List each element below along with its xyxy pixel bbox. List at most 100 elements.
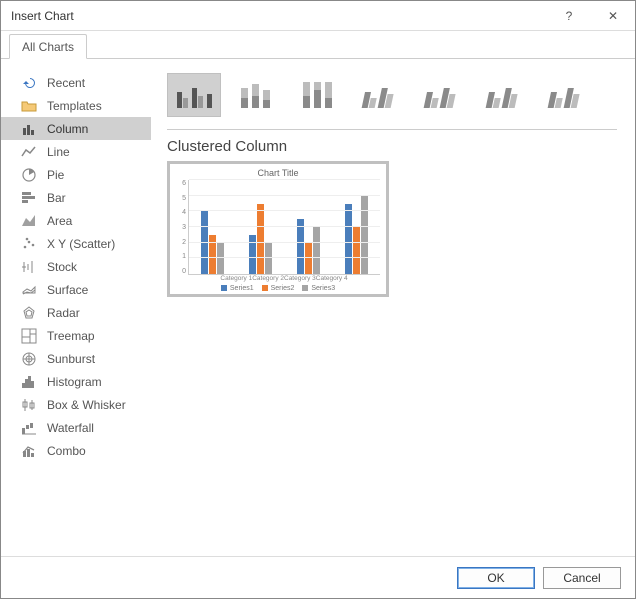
sidebar-item-pie[interactable]: Pie bbox=[1, 163, 151, 186]
help-button[interactable]: ? bbox=[547, 1, 591, 31]
stock-icon bbox=[21, 259, 37, 275]
bar bbox=[353, 227, 360, 274]
dialog-footer: OK Cancel bbox=[1, 556, 635, 598]
content-pane: Clustered Column Chart Title 6 5 4 3 2 1 0 Cat… bbox=[151, 59, 635, 556]
sidebar-item-surface[interactable]: Surface bbox=[1, 278, 151, 301]
legend-item: Series2 bbox=[262, 285, 295, 292]
scatter-icon bbox=[21, 236, 37, 252]
histogram-icon bbox=[21, 374, 37, 390]
y-tick: 6 bbox=[182, 180, 186, 187]
bar bbox=[345, 204, 352, 275]
sidebar-item-label: Pie bbox=[47, 168, 64, 182]
bar bbox=[201, 211, 208, 274]
tabs-row: All Charts bbox=[1, 31, 635, 59]
sidebar-item-label: Stock bbox=[47, 260, 77, 274]
subtype-3d-clustered-column[interactable] bbox=[353, 73, 407, 117]
sidebar-item-label: X Y (Scatter) bbox=[47, 237, 115, 251]
sidebar-item-sunburst[interactable]: Sunburst bbox=[1, 347, 151, 370]
subtype-strip bbox=[167, 73, 617, 130]
sidebar-item-x-y-scatter-[interactable]: X Y (Scatter) bbox=[1, 232, 151, 255]
sidebar-item-templates[interactable]: Templates bbox=[1, 94, 151, 117]
subtype-3d-100-stacked-column[interactable] bbox=[477, 73, 531, 117]
subtype-3d-column[interactable] bbox=[539, 73, 593, 117]
x-tick: Category 4 bbox=[316, 275, 348, 282]
sidebar-item-label: Treemap bbox=[47, 329, 95, 343]
sidebar-item-label: Column bbox=[47, 122, 88, 136]
sidebar-item-bar[interactable]: Bar bbox=[1, 186, 151, 209]
legend-item: Series3 bbox=[302, 285, 335, 292]
folder-icon bbox=[21, 98, 37, 114]
undo-icon bbox=[21, 75, 37, 91]
legend: Series1 Series2 Series3 bbox=[221, 282, 335, 292]
subtype-3d-stacked-column[interactable] bbox=[415, 73, 469, 117]
dialog-title: Insert Chart bbox=[11, 9, 547, 23]
close-button[interactable]: ✕ bbox=[591, 1, 635, 31]
x-tick: Category 2 bbox=[252, 275, 284, 282]
subtype-stacked-column[interactable] bbox=[229, 73, 283, 117]
boxwhisker-icon bbox=[21, 397, 37, 413]
pie-icon bbox=[21, 167, 37, 183]
y-axis: 6 5 4 3 2 1 0 bbox=[176, 180, 186, 275]
sidebar-item-label: Bar bbox=[47, 191, 66, 205]
sunburst-icon bbox=[21, 351, 37, 367]
bar bbox=[297, 219, 304, 274]
x-axis: Category 1Category 2Category 3Category 4 bbox=[208, 275, 347, 282]
plot-grid bbox=[188, 180, 380, 275]
area-icon bbox=[21, 213, 37, 229]
sidebar-item-label: Box & Whisker bbox=[47, 398, 126, 412]
titlebar: Insert Chart ? ✕ bbox=[1, 1, 635, 31]
surface-icon bbox=[21, 282, 37, 298]
combo-icon bbox=[21, 443, 37, 459]
ok-button[interactable]: OK bbox=[457, 567, 535, 589]
line-icon bbox=[21, 144, 37, 160]
sidebar-item-histogram[interactable]: Histogram bbox=[1, 370, 151, 393]
y-tick: 3 bbox=[182, 224, 186, 231]
sidebar-item-combo[interactable]: Combo bbox=[1, 439, 151, 462]
sidebar-item-recent[interactable]: Recent bbox=[1, 71, 151, 94]
sidebar-item-radar[interactable]: Radar bbox=[1, 301, 151, 324]
sidebar-item-label: Surface bbox=[47, 283, 88, 297]
sidebar-item-label: Histogram bbox=[47, 375, 102, 389]
sidebar-item-label: Line bbox=[47, 145, 70, 159]
sidebar-item-label: Waterfall bbox=[47, 421, 94, 435]
sidebar-item-label: Sunburst bbox=[47, 352, 95, 366]
chart-preview[interactable]: Chart Title 6 5 4 3 2 1 0 Category 1Category 2… bbox=[167, 161, 389, 297]
sidebar-item-stock[interactable]: Stock bbox=[1, 255, 151, 278]
subtype-100-stacked-column[interactable] bbox=[291, 73, 345, 117]
bar bbox=[361, 196, 368, 274]
waterfall-icon bbox=[21, 420, 37, 436]
sidebar-item-label: Recent bbox=[47, 76, 85, 90]
bar bbox=[313, 227, 320, 274]
main: Recent Templates Column Line Pie Bar Area X Y (… bbox=[1, 59, 635, 556]
bar bbox=[257, 204, 264, 275]
y-tick: 5 bbox=[182, 195, 186, 202]
subtype-clustered-column[interactable] bbox=[167, 73, 221, 117]
sidebar-item-label: Templates bbox=[47, 99, 102, 113]
sidebar-item-label: Radar bbox=[47, 306, 80, 320]
bar-icon bbox=[21, 190, 37, 206]
sidebar: Recent Templates Column Line Pie Bar Area X Y (… bbox=[1, 59, 151, 556]
legend-item: Series1 bbox=[221, 285, 254, 292]
sidebar-item-treemap[interactable]: Treemap bbox=[1, 324, 151, 347]
column-icon bbox=[21, 121, 37, 137]
y-tick: 0 bbox=[182, 268, 186, 275]
chart-preview-title: Chart Title bbox=[257, 168, 298, 178]
y-tick: 2 bbox=[182, 239, 186, 246]
sidebar-item-box-whisker[interactable]: Box & Whisker bbox=[1, 393, 151, 416]
sidebar-item-area[interactable]: Area bbox=[1, 209, 151, 232]
tab-all-charts[interactable]: All Charts bbox=[9, 34, 87, 59]
sidebar-item-line[interactable]: Line bbox=[1, 140, 151, 163]
sidebar-item-column[interactable]: Column bbox=[1, 117, 151, 140]
cancel-button[interactable]: Cancel bbox=[543, 567, 621, 589]
y-tick: 4 bbox=[182, 209, 186, 216]
y-tick: 1 bbox=[182, 253, 186, 260]
x-tick: Category 1 bbox=[220, 275, 252, 282]
radar-icon bbox=[21, 305, 37, 321]
x-tick: Category 3 bbox=[284, 275, 316, 282]
sidebar-item-waterfall[interactable]: Waterfall bbox=[1, 416, 151, 439]
treemap-icon bbox=[21, 328, 37, 344]
sidebar-item-label: Combo bbox=[47, 444, 86, 458]
plot-area: 6 5 4 3 2 1 0 bbox=[176, 180, 380, 275]
sidebar-item-label: Area bbox=[47, 214, 72, 228]
subtype-name: Clustered Column bbox=[167, 130, 617, 161]
